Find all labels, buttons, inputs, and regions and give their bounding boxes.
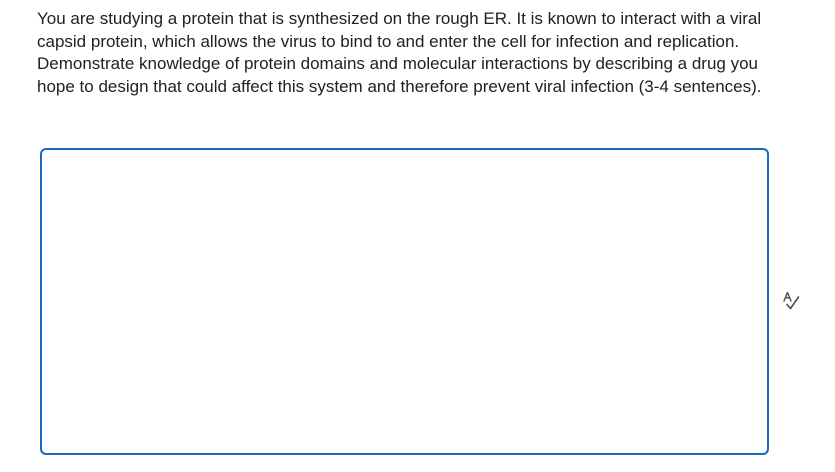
answer-textarea[interactable] [40, 148, 769, 455]
spellcheck-icon [783, 291, 800, 310]
question-text: You are studying a protein that is synth… [37, 9, 762, 96]
spellcheck-button[interactable] [780, 290, 802, 312]
